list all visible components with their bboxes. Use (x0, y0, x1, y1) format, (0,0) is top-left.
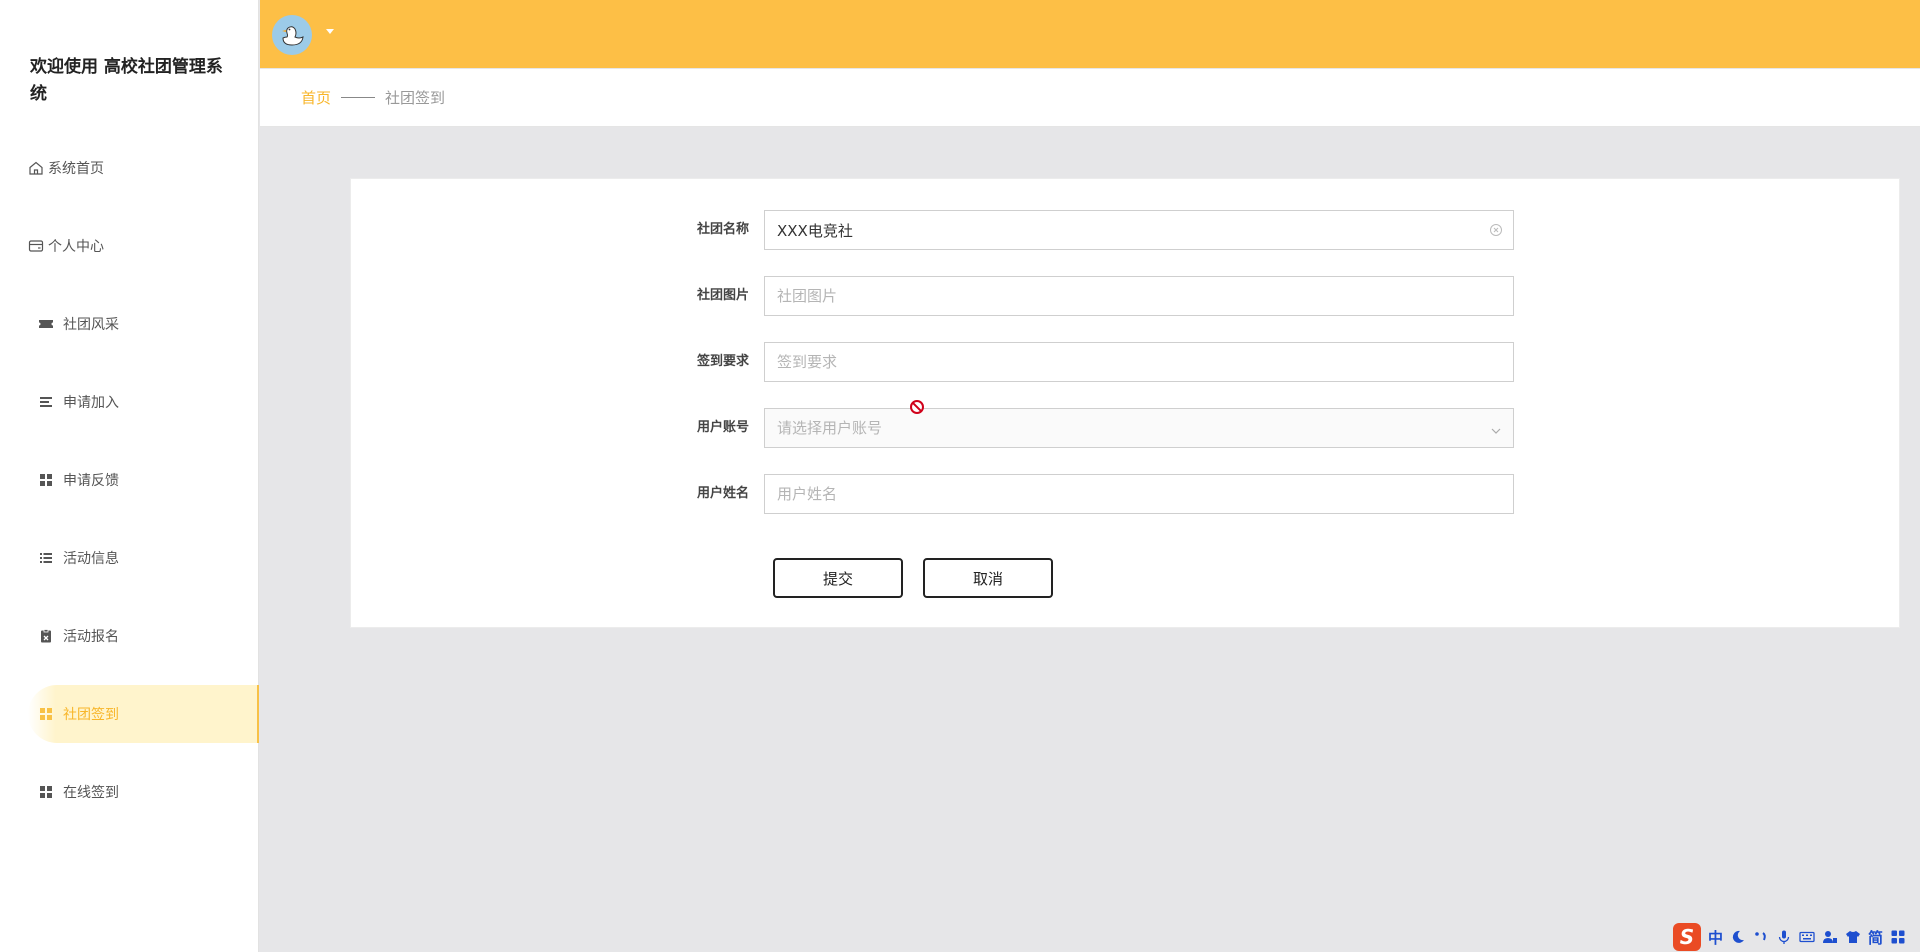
keyboard-icon[interactable] (1799, 927, 1815, 947)
sidebar-item-apply-feedback[interactable]: 申请反馈 (28, 451, 259, 509)
clear-icon[interactable] (1489, 222, 1503, 236)
user-name-label: 用户姓名 (696, 486, 749, 501)
club-name-label: 社团名称 (696, 222, 749, 237)
sidebar-title: 欢迎使用 高校社团管理系统 (30, 57, 223, 104)
checkin-requirement-input[interactable] (764, 342, 1514, 382)
grid-icon (38, 472, 54, 488)
club-name-input[interactable] (764, 210, 1514, 250)
top-header (260, 0, 1920, 68)
lines-icon (38, 394, 54, 410)
microphone-icon[interactable] (1776, 927, 1792, 947)
user-tools-icon[interactable] (1822, 927, 1838, 947)
sidebar-item-apply-join[interactable]: 申请加入 (28, 373, 259, 431)
menu-grid-icon[interactable] (1890, 927, 1906, 947)
form-row-user-name: 用户姓名 (351, 474, 1899, 514)
moon-icon[interactable] (1730, 927, 1746, 947)
breadcrumb: 首页 社团签到 (260, 69, 1920, 127)
sidebar-item-label: 活动信息 (63, 551, 119, 567)
sidebar-item-label: 活动报名 (63, 629, 119, 645)
ime-mode[interactable]: 中 (1708, 927, 1723, 947)
grid-icon (38, 784, 54, 800)
cancel-button[interactable]: 取消 (923, 558, 1053, 598)
not-allowed-cursor-icon (909, 399, 925, 415)
form-row-club-image: 社团图片 (351, 276, 1899, 316)
club-image-label: 社团图片 (696, 288, 749, 303)
home-icon (28, 160, 44, 176)
sidebar-item-label: 社团签到 (63, 707, 119, 723)
wallet-icon (28, 238, 44, 254)
grid-icon (38, 706, 54, 722)
sidebar-item-label: 系统首页 (48, 161, 104, 177)
sidebar-item-label: 申请反馈 (63, 473, 119, 489)
user-name-input[interactable] (764, 474, 1514, 514)
user-avatar[interactable] (272, 15, 312, 55)
checkin-requirement-label: 签到要求 (696, 354, 749, 369)
user-account-label: 用户账号 (696, 420, 749, 435)
sidebar-item-activity-info[interactable]: 活动信息 (28, 529, 259, 587)
submit-button[interactable]: 提交 (773, 558, 903, 598)
checkin-form-card: 社团名称 社团图片 签到要求 用户账号 用户姓名 提交 取消 (350, 178, 1900, 628)
ime-toolbar: S 中 简 (1669, 922, 1920, 952)
sidebar-item-label: 在线签到 (63, 785, 119, 801)
sidebar-item-activity-signup[interactable]: 活动报名 (28, 607, 259, 665)
user-account-select[interactable] (764, 408, 1514, 448)
chevron-down-icon[interactable] (1490, 422, 1502, 434)
club-image-input[interactable] (764, 276, 1514, 316)
sogou-logo-icon[interactable]: S (1673, 923, 1701, 951)
skin-shirt-icon[interactable] (1845, 927, 1861, 947)
sidebar: 欢迎使用 高校社团管理系统 系统首页 个人中心 社团风采 申请加入 申请反馈 活… (0, 0, 259, 952)
sidebar-item-label: 个人中心 (48, 239, 104, 255)
punctuation-icon[interactable] (1753, 927, 1769, 947)
breadcrumb-separator (341, 97, 376, 98)
list-icon (38, 550, 54, 566)
form-row-checkin-requirement: 签到要求 (351, 342, 1899, 382)
breadcrumb-home[interactable]: 首页 (301, 87, 331, 108)
sidebar-item-home[interactable]: 系统首页 (28, 139, 259, 197)
form-row-club-name: 社团名称 (351, 210, 1899, 250)
duck-avatar-icon (282, 26, 304, 46)
sidebar-item-club-style[interactable]: 社团风采 (28, 295, 259, 353)
simplified-toggle[interactable]: 简 (1868, 927, 1883, 947)
form-row-user-account: 用户账号 (351, 408, 1899, 448)
sidebar-item-club-checkin[interactable]: 社团签到 (28, 685, 259, 743)
ticket-icon (38, 316, 54, 332)
chevron-down-icon[interactable] (326, 29, 334, 34)
clipboard-icon (38, 628, 54, 644)
sidebar-item-personal-center[interactable]: 个人中心 (28, 217, 259, 275)
sidebar-item-label: 社团风采 (63, 317, 119, 333)
breadcrumb-current: 社团签到 (385, 89, 446, 107)
sidebar-item-label: 申请加入 (63, 395, 119, 411)
sidebar-item-online-checkin[interactable]: 在线签到 (28, 763, 259, 821)
